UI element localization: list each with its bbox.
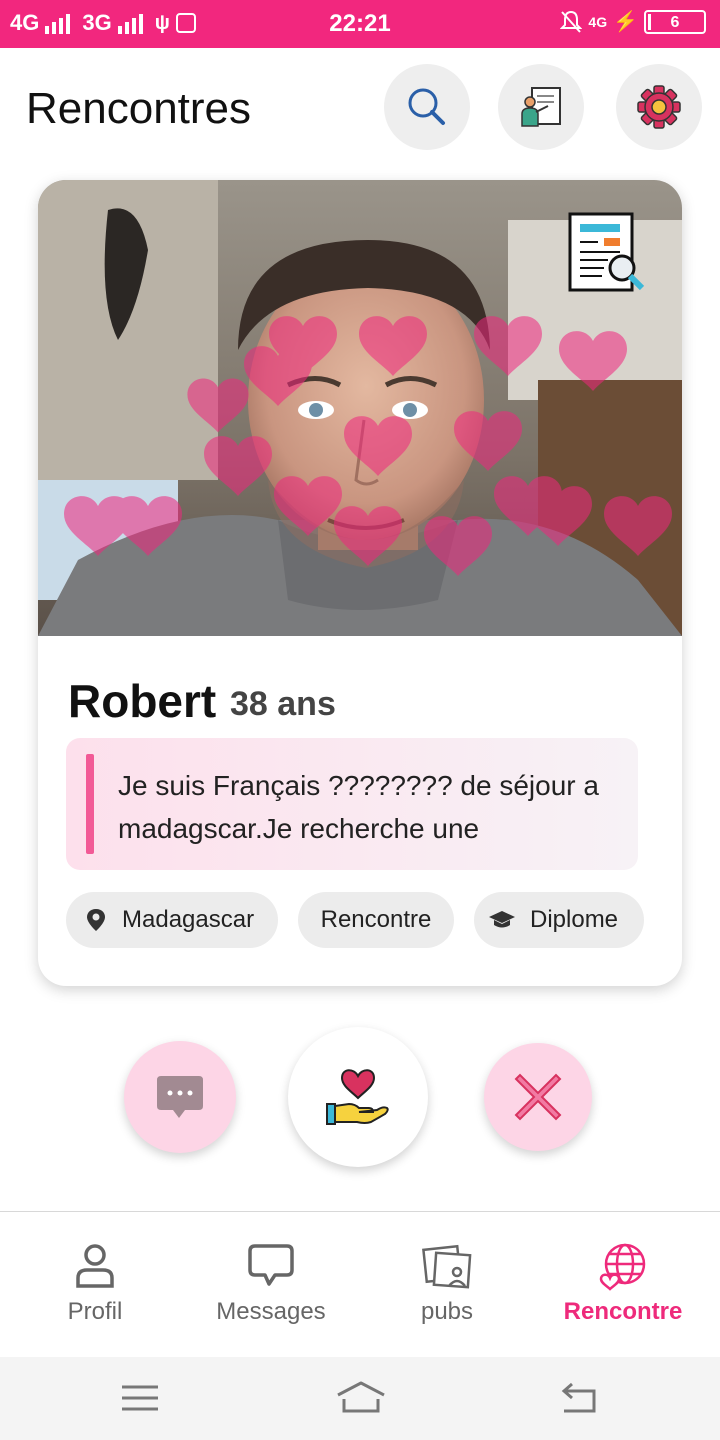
chip-education-label: Diplome [530,906,619,933]
home-button[interactable] [334,1379,388,1420]
nav-item-pubs[interactable]: pubs [357,1212,537,1358]
message-button[interactable] [124,1041,236,1153]
status-bar: 4G 3G ψ 22:21 4G ⚡ 6 [0,0,720,48]
close-x-icon [514,1073,562,1121]
bio-accent-bar [86,754,94,854]
chip-location[interactable]: Madagascar [66,892,278,948]
bio-text: Je suis Français ???????? de séjour a ma… [118,770,599,844]
profile-name: Robert [68,675,217,727]
search-icon [408,88,445,125]
nav-label-profil: Profil [67,1298,123,1325]
document-search-icon [568,212,645,292]
nav-label-pubs: pubs [420,1298,474,1325]
back-button[interactable] [558,1381,602,1420]
nav-item-messages[interactable]: Messages [181,1212,361,1358]
chat-bubble-icon [157,1076,203,1118]
gear-icon [637,85,681,129]
chip-location-label: Madagascar [122,906,255,933]
chip-purpose-label: Rencontre [320,906,432,933]
chip-education[interactable]: Diplome [474,892,644,948]
bottom-nav: Profil Messages pubs Rencontre [0,1211,720,1357]
search-button[interactable] [384,64,470,150]
heart-hand-icon [326,1069,389,1125]
battery-level: 6 [670,13,680,31]
charging-icon: ⚡ [613,11,638,33]
nav-item-profil[interactable]: Profil [5,1212,185,1358]
photos-icon [422,1244,472,1289]
person-icon [76,1244,114,1288]
back-icon [561,1382,596,1413]
location-pin-icon [87,909,105,931]
profile-bio: Je suis Français ???????? de séjour a ma… [66,738,638,870]
nav-label-rencontre: Rencontre [563,1298,683,1325]
page-title: Rencontres [26,84,252,133]
message-icon [248,1244,294,1286]
menu-button[interactable] [118,1383,162,1418]
like-button[interactable] [288,1027,428,1167]
system-nav-bar [0,1357,720,1440]
nav-label-messages: Messages [216,1298,326,1325]
dismiss-button[interactable] [484,1043,592,1151]
chip-purpose[interactable]: Rencontre [298,892,454,948]
status-right: 4G ⚡ 6 [560,9,706,34]
teacher-board-button[interactable] [498,64,584,150]
profile-age: 38 ans [230,685,336,723]
menu-icon [122,1385,158,1411]
globe-heart-icon [599,1243,646,1291]
teacher-board-icon [521,87,561,127]
profile-card[interactable]: Robert 38 ans Je suis Français ???????? … [38,180,682,986]
home-icon [337,1381,385,1413]
settings-button[interactable] [616,64,702,150]
graduation-cap-icon [489,911,515,928]
notifications-off-icon [560,10,583,33]
profile-photo[interactable] [38,180,682,636]
battery-icon: 6 [644,9,706,34]
network-type-small: 4G [588,13,608,30]
nav-item-rencontre[interactable]: Rencontre [533,1212,713,1358]
profile-details-button[interactable] [568,212,648,301]
